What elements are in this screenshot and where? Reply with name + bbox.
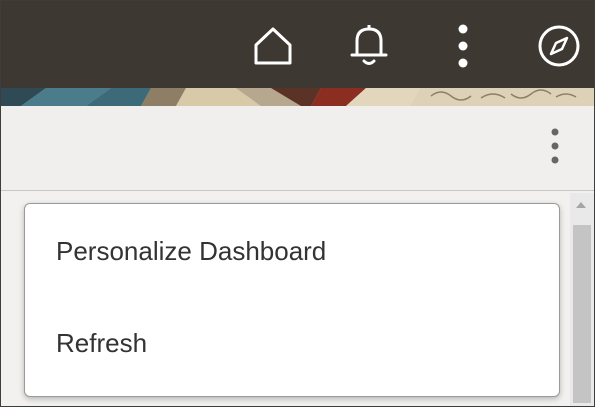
bell-icon[interactable]: [344, 21, 394, 71]
more-vertical-icon[interactable]: [448, 19, 478, 73]
vertical-scrollbar[interactable]: [570, 193, 594, 406]
home-icon[interactable]: [248, 21, 298, 71]
more-vertical-icon[interactable]: [543, 124, 567, 168]
top-header-bar: [1, 1, 594, 88]
actions-dropdown-menu: Personalize Dashboard Refresh: [24, 203, 560, 397]
dashboard-subheader: [1, 106, 594, 191]
scroll-thumb[interactable]: [573, 225, 591, 403]
menu-item-refresh[interactable]: Refresh: [56, 328, 147, 359]
decorative-banner: [1, 88, 594, 106]
compass-icon[interactable]: [534, 21, 584, 71]
app-window: Personalize Dashboard Refresh: [0, 0, 595, 407]
scroll-up-arrow-icon[interactable]: [576, 202, 586, 208]
menu-item-personalize-dashboard[interactable]: Personalize Dashboard: [56, 236, 326, 267]
